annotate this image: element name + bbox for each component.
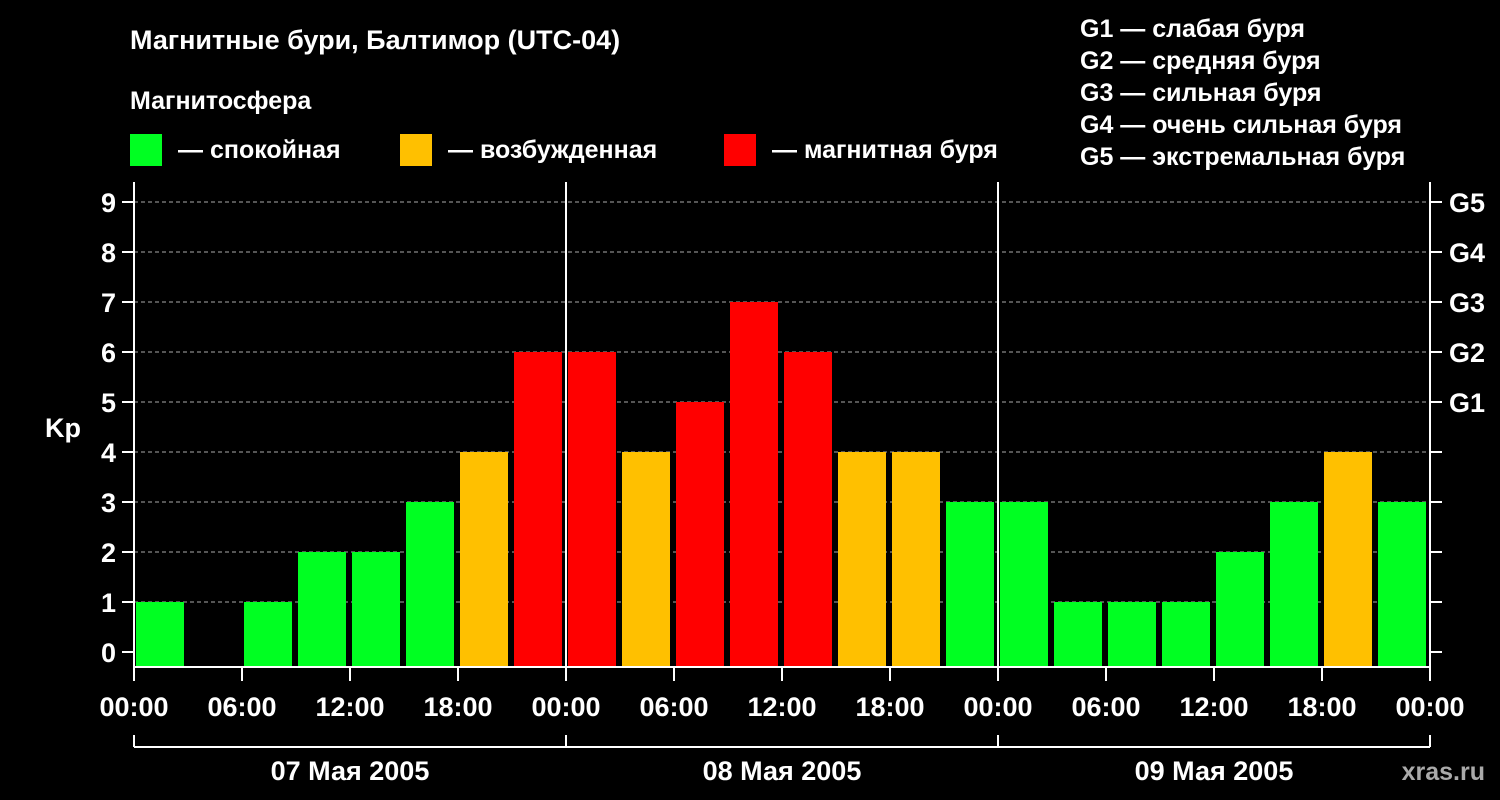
y-tick-label: 5 [101,388,116,418]
kp-bar [730,302,778,667]
x-tick-label: 06:00 [639,692,708,722]
kp-bar [1270,502,1318,667]
x-tick-label: 18:00 [423,692,492,722]
x-tick-label: 12:00 [1179,692,1248,722]
x-tick-label: 00:00 [99,692,168,722]
kp-bar [1324,452,1372,667]
day-label: 08 Мая 2005 [703,756,862,786]
x-tick-label: 18:00 [855,692,924,722]
g-scale-g2: G2 — средняя буря [1080,47,1321,75]
grid-lines [134,201,1430,603]
kp-bar [1216,552,1264,667]
legend-swatch-calm [130,134,162,166]
g-tick-label: G2 [1449,338,1485,368]
chart-title: Магнитные бури, Балтимор (UTC-04) [130,25,620,55]
kp-bar [676,402,724,667]
g-scale-g1: G1 — слабая буря [1080,15,1305,43]
legend-label-storm: — магнитная буря [772,136,998,164]
kp-bar [298,552,346,667]
legend-label-calm: — спокойная [178,136,341,164]
kp-bar [406,502,454,667]
g-tick-label: G1 [1449,388,1485,418]
x-tick-label: 00:00 [963,692,1032,722]
kp-bar [244,602,292,667]
kp-bar [622,452,670,667]
g-tick-label: G4 [1449,238,1485,268]
watermark: xras.ru [1402,758,1485,786]
kp-bar [1162,602,1210,667]
y-tick-label: 3 [101,488,116,518]
g-tick-label: G3 [1449,288,1485,318]
y-tick-label: 0 [101,638,116,668]
legend-label-excited: — возбужденная [448,136,657,164]
kp-bar [460,452,508,667]
x-tick-label: 12:00 [315,692,384,722]
g-tick-label: G5 [1449,188,1485,218]
kp-bar [1000,502,1048,667]
kp-chart: Магнитные бури, Балтимор (UTC-04) Магнит… [45,15,1485,786]
y-axis-label: Kp [45,413,81,443]
x-tick-label: 06:00 [1071,692,1140,722]
legend-swatch-storm [724,134,756,166]
kp-bar [784,352,832,667]
kp-bar [1054,602,1102,667]
x-tick-label: 06:00 [207,692,276,722]
kp-bar [892,452,940,667]
y-tick-label: 8 [101,238,116,268]
kp-bar [838,452,886,667]
y-tick-label: 1 [101,588,116,618]
g-scale-legend: G1 — слабая буря G2 — средняя буря G3 — … [1080,15,1405,171]
g-scale-g4: G4 — очень сильная буря [1080,111,1402,139]
kp-bar [946,502,994,667]
g-scale-g5: G5 — экстремальная буря [1080,143,1405,171]
kp-bar [1378,502,1426,667]
bars [136,302,1426,668]
chart-subtitle: Магнитосфера [130,87,312,115]
y-tick-label: 9 [101,188,116,218]
g-scale-g3: G3 — сильная буря [1080,79,1322,107]
x-tick-label: 12:00 [747,692,816,722]
kp-bar [568,352,616,667]
legend-swatch-excited [400,134,432,166]
kp-bar [136,602,184,667]
day-label: 07 Мая 2005 [271,756,430,786]
kp-bar [514,352,562,667]
x-tick-label: 18:00 [1287,692,1356,722]
y-tick-label: 4 [101,438,116,468]
x-tick-label: 00:00 [531,692,600,722]
x-tick-label: 00:00 [1395,692,1464,722]
kp-bar [352,552,400,667]
y-tick-label: 6 [101,338,116,368]
kp-bar [1108,602,1156,667]
legend: — спокойная — возбужденная — магнитная б… [130,134,998,166]
y-tick-label: 7 [101,288,116,318]
y-tick-label: 2 [101,538,116,568]
day-label: 09 Мая 2005 [1135,756,1294,786]
